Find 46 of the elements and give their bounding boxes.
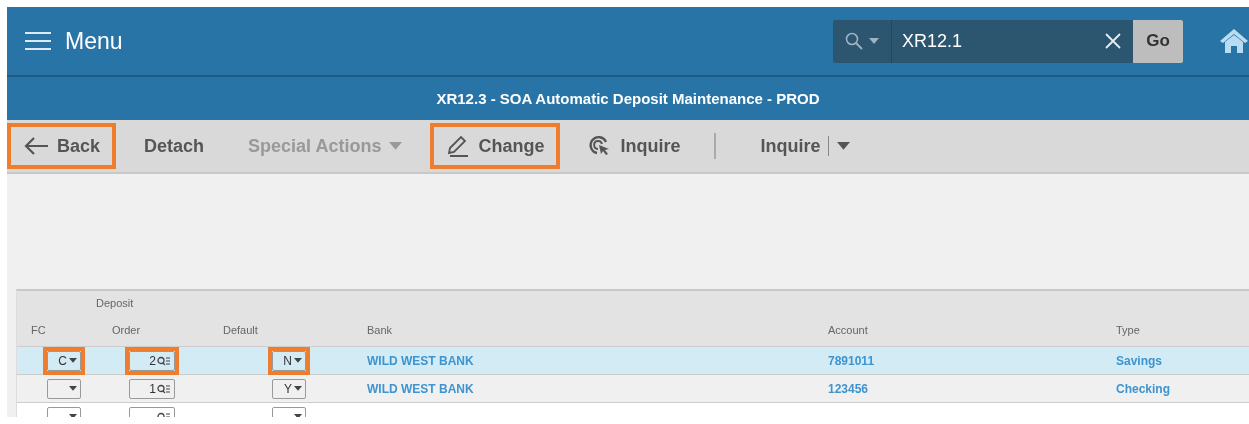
close-icon (1105, 33, 1121, 49)
caret-icon (294, 358, 302, 363)
caret-icon (837, 142, 851, 150)
menu-icon[interactable] (25, 31, 51, 51)
table-row[interactable]: C 2 N WILD WEST BANK 7891011 Savings (17, 347, 1249, 375)
toolbar-button[interactable]: Detach (128, 123, 221, 169)
clear-button[interactable] (1101, 19, 1133, 63)
go-button[interactable]: Go (1133, 19, 1183, 63)
toolbar-button[interactable]: Change (430, 123, 561, 169)
bank-link[interactable]: WILD WEST BANK (367, 353, 474, 368)
type-link[interactable]: Savings (1116, 353, 1163, 368)
caret-icon (69, 358, 77, 363)
fc-select[interactable] (47, 378, 81, 399)
caret-icon (869, 38, 879, 44)
bank-link[interactable]: WILD WEST BANK (367, 381, 474, 396)
column-heading: Account (827, 323, 869, 338)
column-group-heading: Deposit (95, 296, 135, 311)
home-icon[interactable] (1219, 28, 1249, 54)
split-button[interactable]: Inquire (744, 123, 867, 169)
type-link[interactable]: Checking (1116, 381, 1170, 396)
lookup-icon (157, 383, 171, 394)
screen-title: XR12.3 - SOA Automatic Deposit Maintenance - PROD (436, 90, 820, 107)
column-heading: Default (222, 323, 259, 338)
arrow-left-icon (23, 136, 49, 156)
column-heading: Type (1115, 323, 1141, 338)
lookup-icon (157, 355, 171, 366)
fc-select[interactable]: C (47, 350, 81, 371)
account-link[interactable]: 123456 (828, 381, 869, 396)
menu-label[interactable]: Menu (65, 27, 123, 55)
default-select[interactable]: N (272, 350, 306, 371)
column-heading: FC (30, 323, 47, 338)
search-icon (845, 32, 863, 50)
column-heading: Order (111, 323, 142, 338)
column-heading: Bank (366, 323, 394, 338)
pencil-icon (446, 134, 471, 158)
toolbar-button[interactable]: Inquire (572, 123, 697, 169)
back-button[interactable]: Back (7, 123, 117, 169)
search-scope-button[interactable] (833, 19, 892, 63)
caret-icon (389, 142, 403, 150)
account-link[interactable]: 7891011 (828, 353, 875, 368)
order-field[interactable]: 1 (129, 378, 175, 399)
caret-icon (69, 386, 77, 391)
search-field[interactable]: XR12.1 (892, 19, 1101, 63)
order-field[interactable]: 2 (129, 350, 175, 371)
default-select[interactable]: Y (272, 378, 306, 399)
caret-icon (294, 386, 302, 391)
